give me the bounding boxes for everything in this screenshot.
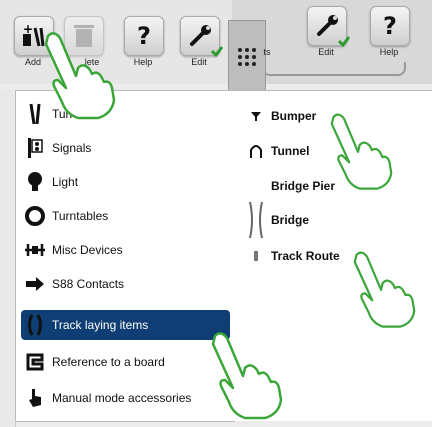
tap-hand-icon	[211, 332, 283, 420]
drag-grip-handle[interactable]	[228, 20, 266, 94]
menu-item-label: Signals	[52, 141, 92, 155]
svg-text:+: +	[23, 22, 33, 36]
menu-item-track-laying[interactable]: Track laying items	[21, 310, 230, 340]
board-reference-icon	[24, 351, 46, 373]
contact-arrow-icon	[24, 273, 46, 295]
submenu-item-label: Bridge	[271, 213, 310, 227]
hand-pointer-icon	[24, 387, 46, 409]
accessory-category-menu: Turnouts Signals Light Turntables Misc D…	[15, 90, 235, 422]
bulb-icon	[24, 171, 46, 193]
checkmark-icon	[211, 46, 223, 57]
misc-device-icon	[24, 239, 46, 261]
partial-label: ts	[263, 47, 271, 57]
help-button[interactable]: ?	[124, 16, 164, 56]
submenu-item-bridge[interactable]: Bridge	[245, 201, 310, 239]
question-icon: ?	[383, 12, 397, 40]
submenu-item-bridge-pier[interactable]: Bridge Pier	[245, 173, 335, 199]
menu-item-turntables[interactable]: Turntables	[24, 201, 234, 231]
tap-hand-icon	[353, 251, 416, 328]
help-label: Help	[133, 57, 153, 67]
menu-item-signals[interactable]: Signals	[24, 133, 234, 163]
submenu-item-bumper[interactable]: Bumper	[245, 103, 316, 129]
toolbar-separator-line	[262, 62, 406, 76]
turntable-icon	[24, 205, 46, 227]
signal-icon	[24, 137, 46, 159]
submenu-item-tunnel[interactable]: Tunnel	[245, 138, 309, 164]
menu-item-label: Manual mode accessories	[52, 391, 192, 405]
menu-item-misc-devices[interactable]: Misc Devices	[24, 235, 234, 265]
tap-hand-icon	[330, 113, 393, 190]
menu-item-label: S88 Contacts	[52, 277, 125, 291]
menu-item-s88-contacts[interactable]: S88 Contacts	[24, 269, 234, 299]
edit-button[interactable]	[180, 16, 223, 57]
tunnel-icon	[245, 144, 267, 158]
menu-item-label: Reference to a board	[52, 355, 165, 369]
help-label-secondary: Help	[379, 47, 399, 57]
submenu-item-label: Tunnel	[271, 144, 310, 158]
submenu-item-track-route[interactable]: Track Route	[245, 243, 340, 269]
wrench-icon	[190, 25, 211, 46]
question-icon: ?	[137, 22, 151, 50]
side-strip	[0, 90, 16, 427]
menu-item-label: Track laying items	[52, 318, 149, 332]
menu-item-label: Turntables	[52, 209, 109, 223]
edit-button-secondary[interactable]	[307, 6, 350, 47]
edit-label: Edit	[191, 57, 207, 67]
submenu-item-label: Track Route	[271, 249, 340, 263]
menu-item-label: Misc Devices	[52, 243, 123, 257]
tap-hand-icon	[44, 32, 116, 120]
menu-item-label: Light	[52, 175, 79, 189]
bridge-icon	[245, 200, 267, 240]
wrench-icon	[317, 15, 338, 36]
track-route-icon	[245, 250, 267, 262]
bumper-icon	[245, 111, 267, 121]
track-laying-icon	[24, 314, 46, 336]
help-button-secondary[interactable]: ?	[370, 6, 410, 46]
menu-item-light[interactable]: Light	[24, 167, 234, 197]
edit-label-secondary: Edit	[318, 47, 334, 57]
submenu-item-label: Bumper	[271, 109, 317, 123]
checkmark-icon	[338, 36, 350, 47]
